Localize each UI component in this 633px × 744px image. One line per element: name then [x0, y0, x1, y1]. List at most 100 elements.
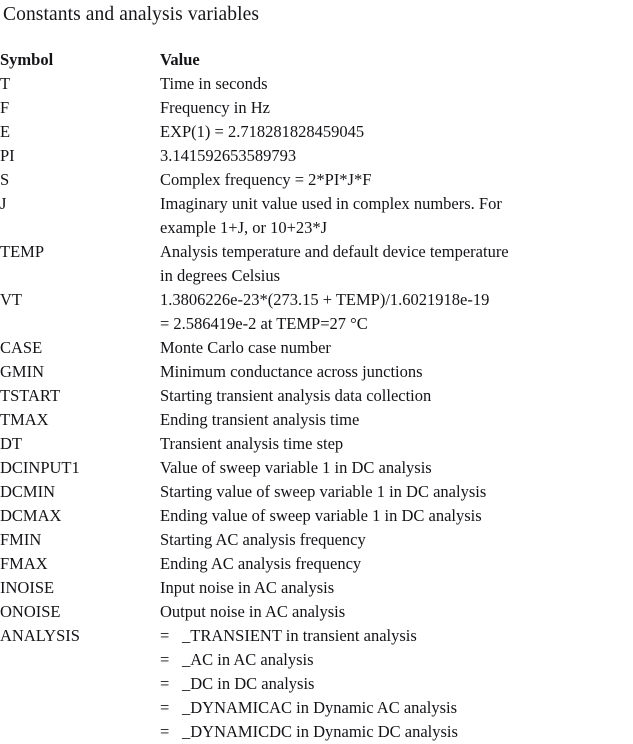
- row-value: Monte Carlo case number: [160, 336, 633, 360]
- analysis-option-line: = _DYNAMICAC in Dynamic AC analysis: [160, 696, 633, 720]
- row-value: Output noise in AC analysis: [160, 600, 633, 624]
- value-line: Ending value of sweep variable 1 in DC a…: [160, 506, 482, 525]
- row-value: Analysis temperature and default device …: [160, 240, 633, 288]
- row-value: Starting transient analysis data collect…: [160, 384, 633, 408]
- table-row: TMAX Ending transient analysis time: [0, 408, 633, 432]
- row-symbol: VT: [0, 290, 22, 309]
- value-line: Starting AC analysis frequency: [160, 530, 366, 549]
- value-line-continued: = 2.586419e-2 at TEMP=27 °C: [160, 314, 368, 333]
- row-symbol: INOISE: [0, 578, 55, 597]
- row-symbol: DCINPUT1: [0, 458, 80, 477]
- table-row: DCINPUT1 Value of sweep variable 1 in DC …: [0, 456, 633, 480]
- value-line: Transient analysis time step: [160, 434, 344, 453]
- analysis-option-line: = _AC in AC analysis: [160, 648, 633, 672]
- row-value: Ending AC analysis frequency: [160, 552, 633, 576]
- value-line: Analysis temperature and default device …: [160, 242, 509, 261]
- equals-sign: =: [160, 674, 170, 693]
- row-symbol: PI: [0, 146, 15, 165]
- table-row: TEMP Analysis temperature and default dev…: [0, 240, 633, 288]
- equals-sign: =: [160, 626, 170, 645]
- table-row: INOISE Input noise in AC analysis: [0, 576, 633, 600]
- row-symbol: TMAX: [0, 410, 49, 429]
- row-symbol: FMIN: [0, 530, 42, 549]
- value-line: EXP(1) = 2.718281828459045: [160, 122, 365, 141]
- row-symbol: S: [0, 170, 10, 189]
- value-line-continued: example 1+J, or 10+23*J: [160, 218, 328, 237]
- value-line: Value of sweep variable 1 in DC analysis: [160, 458, 432, 477]
- value-line: 1.3806226e-23*(273.15 + TEMP)/1.6021918e…: [160, 290, 490, 309]
- analysis-option-line: = _DC in DC analysis: [160, 672, 633, 696]
- row-symbol: CASE: [0, 338, 43, 357]
- analysis-option-text: _DYNAMICDC in Dynamic DC analysis: [182, 722, 458, 741]
- row-symbol: DT: [0, 434, 22, 453]
- value-line: Imaginary unit value used in complex num…: [160, 194, 502, 213]
- table-row: PI 3.141592653589793: [0, 144, 633, 168]
- table-row: T Time in seconds: [0, 72, 633, 96]
- value-line: Output noise in AC analysis: [160, 602, 346, 621]
- table-row: ANALYSIS = _TRANSIENT in transient analysi…: [0, 624, 633, 744]
- table-row: FMIN Starting AC analysis frequency: [0, 528, 633, 552]
- row-symbol: ONOISE: [0, 602, 61, 621]
- value-line: Complex frequency = 2*PI*J*F: [160, 170, 372, 189]
- table-header-row: Symbol Value: [0, 48, 633, 72]
- value-line: Starting value of sweep variable 1 in DC…: [160, 482, 487, 501]
- row-symbol: FMAX: [0, 554, 48, 573]
- row-value: 1.3806226e-23*(273.15 + TEMP)/1.6021918e…: [160, 288, 633, 336]
- analysis-option-line: = _DYNAMICDC in Dynamic DC analysis: [160, 720, 633, 744]
- table-row: J Imaginary unit value used in complex nu…: [0, 192, 633, 240]
- value-line: Frequency in Hz: [160, 98, 270, 117]
- row-value: EXP(1) = 2.718281828459045: [160, 120, 633, 144]
- analysis-option-text: _DYNAMICAC in Dynamic AC analysis: [182, 698, 457, 717]
- row-symbol: TEMP: [0, 242, 45, 261]
- value-line: Starting transient analysis data collect…: [160, 386, 432, 405]
- table-row: DCMAX Ending value of sweep variable 1 in…: [0, 504, 633, 528]
- document-page: Constants and analysis variables Symbol …: [0, 0, 633, 741]
- row-value: Value of sweep variable 1 in DC analysis: [160, 456, 633, 480]
- value-line: Ending AC analysis frequency: [160, 554, 362, 573]
- value-line: Minimum conductance across junctions: [160, 362, 423, 381]
- value-line: Input noise in AC analysis: [160, 578, 335, 597]
- value-line: Monte Carlo case number: [160, 338, 331, 357]
- row-symbol: ANALYSIS: [0, 626, 80, 645]
- row-value: Time in seconds: [160, 72, 633, 96]
- analysis-option-line: = _TRANSIENT in transient analysis: [160, 624, 633, 648]
- table-row: VT 1.3806226e-23*(273.15 + TEMP)/1.602191…: [0, 288, 633, 336]
- table-header: Symbol Value: [0, 48, 633, 72]
- table-row: CASE Monte Carlo case number: [0, 336, 633, 360]
- row-value: Minimum conductance across junctions: [160, 360, 633, 384]
- table-row: DCMIN Starting value of sweep variable 1 …: [0, 480, 633, 504]
- row-symbol: F: [0, 98, 10, 117]
- row-value: Ending value of sweep variable 1 in DC a…: [160, 504, 633, 528]
- table-row: GMIN Minimum conductance across junctions: [0, 360, 633, 384]
- row-symbol: E: [0, 122, 11, 141]
- value-line: 3.141592653589793: [160, 146, 297, 165]
- analysis-option-text: _DC in DC analysis: [182, 674, 315, 693]
- value-line: Time in seconds: [160, 74, 268, 93]
- table-row: E EXP(1) = 2.718281828459045: [0, 120, 633, 144]
- row-symbol: J: [0, 194, 7, 213]
- row-value: Input noise in AC analysis: [160, 576, 633, 600]
- row-value: Starting AC analysis frequency: [160, 528, 633, 552]
- table-body: T Time in seconds F Frequency in Hz E EXP(1) …: [0, 72, 633, 744]
- constants-table: Symbol Value T Time in seconds F Frequency …: [0, 48, 633, 744]
- table-row: TSTART Starting transient analysis data c…: [0, 384, 633, 408]
- table-row: FMAX Ending AC analysis frequency: [0, 552, 633, 576]
- row-value: Starting value of sweep variable 1 in DC…: [160, 480, 633, 504]
- row-value: Transient analysis time step: [160, 432, 633, 456]
- row-symbol: DCMIN: [0, 482, 56, 501]
- equals-sign: =: [160, 650, 170, 669]
- row-value: = _TRANSIENT in transient analysis = _AC in…: [160, 624, 633, 744]
- row-symbol: GMIN: [0, 362, 44, 381]
- table-row: S Complex frequency = 2*PI*J*F: [0, 168, 633, 192]
- table-row: ONOISE Output noise in AC analysis: [0, 600, 633, 624]
- value-line: Ending transient analysis time: [160, 410, 360, 429]
- row-symbol: DCMAX: [0, 506, 62, 525]
- row-symbol: T: [0, 74, 11, 93]
- row-value: Ending transient analysis time: [160, 408, 633, 432]
- table-row: DT Transient analysis time step: [0, 432, 633, 456]
- equals-sign: =: [160, 722, 170, 741]
- page-title: Constants and analysis variables: [3, 4, 260, 25]
- row-value: Complex frequency = 2*PI*J*F: [160, 168, 633, 192]
- column-header-symbol: Symbol: [0, 50, 54, 69]
- column-header-value: Value: [160, 50, 200, 69]
